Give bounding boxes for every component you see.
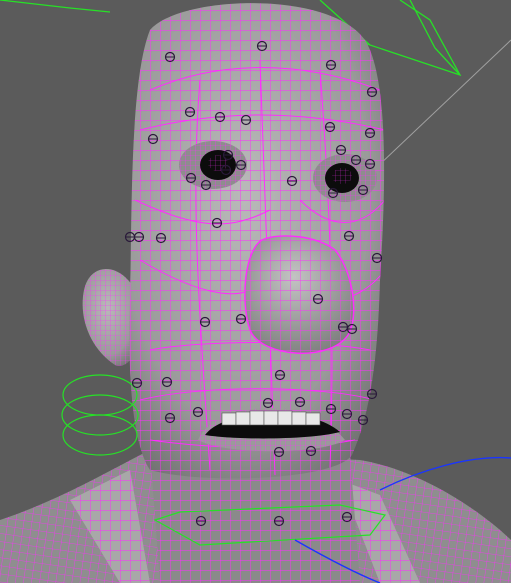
3d-viewport[interactable] <box>0 0 511 583</box>
right-eye[interactable] <box>313 154 377 202</box>
scene-canvas[interactable] <box>0 0 511 583</box>
teeth <box>221 410 321 426</box>
nose-mesh[interactable] <box>244 235 355 354</box>
ring-control[interactable] <box>61 374 139 456</box>
